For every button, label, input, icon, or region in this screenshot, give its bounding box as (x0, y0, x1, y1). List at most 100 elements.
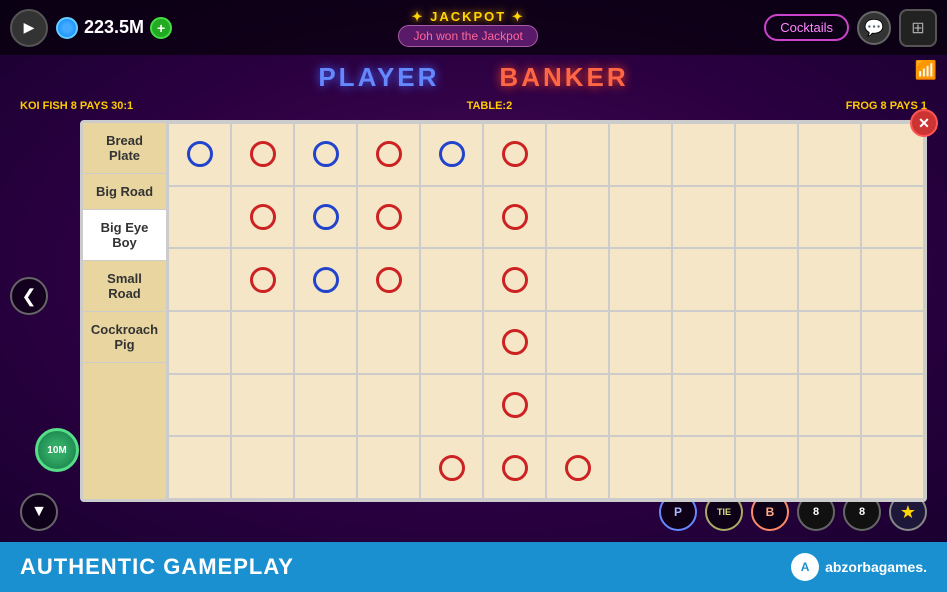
road-item-cockroach-pig[interactable]: Cockroach Pig (83, 312, 166, 363)
footer-bar: AUTHENTIC GAMEPLAY A abzorbagames. (0, 542, 947, 592)
circle-red (502, 204, 528, 230)
grid-cell (420, 374, 483, 437)
grid-cell (609, 311, 672, 374)
close-icon: ✕ (918, 115, 930, 132)
grid-cell (168, 248, 231, 311)
info-right: FROG 8 PAYS 1 (846, 100, 927, 112)
grid-cell (609, 186, 672, 249)
grid-cell (357, 123, 420, 186)
grid-cell (483, 123, 546, 186)
jackpot-title: ✦ JACKPOT ✦ (412, 9, 525, 25)
grid-cell (231, 311, 294, 374)
grid-cell (168, 436, 231, 499)
brand-name: abzorbagames. (825, 559, 927, 575)
circle-blue (313, 267, 339, 293)
circle-red (439, 455, 465, 481)
grid-button[interactable]: ⊞ (899, 9, 937, 47)
add-coins-button[interactable]: + (150, 17, 172, 39)
road-item-bread-plate[interactable]: Bread Plate (83, 123, 166, 174)
player-label: PLAYER (288, 62, 469, 93)
grid-cell (357, 374, 420, 437)
grid-cell (546, 248, 609, 311)
grid-cell (483, 436, 546, 499)
banker-label: BANKER (469, 62, 658, 93)
circle-red (502, 329, 528, 355)
grid-cell (861, 374, 924, 437)
circle-red (250, 267, 276, 293)
chip-10m[interactable]: 10M (35, 428, 79, 472)
road-menu: Bread Plate Big Road Big Eye Boy Small R… (83, 123, 168, 499)
grid-cell (861, 248, 924, 311)
grid-cell (357, 436, 420, 499)
grid-cell (672, 374, 735, 437)
grid-cell (168, 186, 231, 249)
grid-cell (861, 186, 924, 249)
jackpot-area: ✦ JACKPOT ✦ Joh won the Jackpot (172, 9, 764, 47)
scoreboard-modal: ✕ Bread Plate Big Road Big Eye Boy Small… (80, 120, 927, 502)
score-grid (168, 123, 924, 499)
grid-cell (735, 186, 798, 249)
left-nav: ❮ (10, 277, 48, 315)
grid-cell (672, 311, 735, 374)
circle-blue (439, 141, 465, 167)
grid-cell (357, 311, 420, 374)
circle-red (502, 392, 528, 418)
grid-cell (231, 186, 294, 249)
left-nav-button[interactable]: ❮ (10, 277, 48, 315)
grid-cell (735, 123, 798, 186)
info-left: KOI FISH 8 PAYS 30:1 (20, 100, 133, 112)
grid-cell (861, 311, 924, 374)
circle-blue (187, 141, 213, 167)
circle-blue (313, 141, 339, 167)
star-icon: ★ (900, 502, 916, 523)
info-bar: KOI FISH 8 PAYS 30:1 TABLE:2 FROG 8 PAYS… (0, 100, 947, 112)
grid-cell (168, 374, 231, 437)
grid-cell (546, 374, 609, 437)
grid-cell (672, 436, 735, 499)
grid-cell (672, 123, 735, 186)
grid-cell (294, 374, 357, 437)
chat-button[interactable]: 💬 (857, 11, 891, 45)
grid-cell (546, 436, 609, 499)
grid-cell (609, 248, 672, 311)
chevron-left-icon: ❮ (21, 286, 36, 307)
grid-cell (735, 311, 798, 374)
road-item-big-eye-boy[interactable]: Big Eye Boy (83, 210, 166, 261)
grid-cell (231, 123, 294, 186)
grid-cell (546, 311, 609, 374)
grid-cell (735, 374, 798, 437)
grid-cell (798, 374, 861, 437)
grid-cell (294, 311, 357, 374)
play-icon: ▶ (24, 19, 35, 36)
grid-cell (798, 436, 861, 499)
grid-cell (798, 311, 861, 374)
wifi-icon: 📶 (915, 60, 937, 81)
cocktails-button[interactable]: Cocktails (764, 14, 849, 41)
grid-cell (168, 311, 231, 374)
coin-area: 223.5M + (56, 17, 172, 39)
grid-cell (483, 311, 546, 374)
grid-cell (735, 248, 798, 311)
abzorba-icon: A (791, 553, 819, 581)
circle-blue (313, 204, 339, 230)
grid-cell (798, 248, 861, 311)
grid-cell (294, 186, 357, 249)
road-item-small-road[interactable]: Small Road (83, 261, 166, 312)
grid-cell (861, 436, 924, 499)
circle-red (502, 455, 528, 481)
jackpot-message: Joh won the Jackpot (398, 25, 537, 47)
grid-cell (168, 123, 231, 186)
circle-red (565, 455, 591, 481)
play-button[interactable]: ▶ (10, 9, 48, 47)
circle-red (502, 267, 528, 293)
pb-labels: PLAYER BANKER (0, 55, 947, 100)
grid-cell (546, 123, 609, 186)
road-item-big-road[interactable]: Big Road (83, 174, 166, 210)
grid-cell (483, 374, 546, 437)
abzorba-logo: A abzorbagames. (791, 553, 927, 581)
grid-cell (735, 436, 798, 499)
close-button[interactable]: ✕ (910, 109, 938, 137)
grid-cell (483, 248, 546, 311)
down-button[interactable]: ▼ (20, 493, 58, 531)
grid-cell (546, 186, 609, 249)
